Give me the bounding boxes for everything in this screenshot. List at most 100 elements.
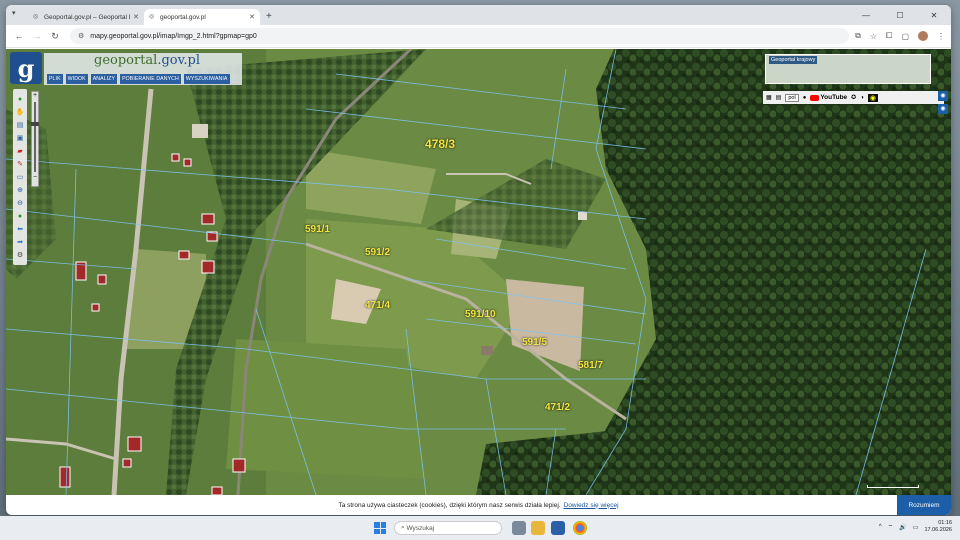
language-select[interactable]: pol bbox=[785, 93, 799, 102]
toolbar-icons: ⧉ ☆ ⧠ ▢ ⋮ bbox=[855, 31, 945, 41]
menu-wyszukiwania[interactable]: WYSZUKIWANIA bbox=[183, 74, 230, 84]
file-explorer-icon[interactable] bbox=[531, 521, 545, 535]
cookie-text: Ta strona używa ciasteczek (cookies), dz… bbox=[338, 501, 561, 509]
right-toolbar: ▦ ▤ pol ● YouTube ✪ ◑ ◉ bbox=[763, 91, 944, 104]
profile-avatar[interactable] bbox=[918, 31, 928, 41]
taskbar: ⌕ Wyszukaj ^ ⌔ 🔊 ▭ 01:16 17.06.2026 bbox=[0, 516, 960, 540]
marker-icon[interactable]: ▰ bbox=[15, 147, 25, 157]
parcel-label[interactable]: 471/2 bbox=[545, 402, 570, 413]
help-icon[interactable]: ● bbox=[803, 95, 807, 101]
menu-icon[interactable]: ⋮ bbox=[937, 32, 945, 41]
chrome-icon[interactable] bbox=[573, 521, 587, 535]
system-tray: ^ ⌔ 🔊 ▭ 01:16 17.06.2026 bbox=[879, 520, 952, 534]
cookie-more-link[interactable]: Dowiedz się więcej bbox=[564, 502, 619, 509]
zoom-minus-button[interactable]: − bbox=[32, 174, 38, 182]
parcel-label[interactable]: 591/2 bbox=[365, 247, 390, 258]
draw-icon[interactable]: ✎ bbox=[15, 160, 25, 170]
print-icon[interactable]: ▤ bbox=[776, 94, 782, 101]
arrow-right-icon[interactable]: ➡ bbox=[15, 238, 25, 248]
zoom-out-icon[interactable]: ⊖ bbox=[15, 199, 25, 209]
close-icon[interactable]: ✕ bbox=[249, 13, 255, 21]
tab-title: Geoportal.gov.pl – Geoportal Infr bbox=[44, 13, 131, 21]
clock[interactable]: 01:16 17.06.2026 bbox=[924, 520, 952, 534]
settings-icon[interactable]: ✪ bbox=[851, 94, 856, 101]
menu-widok[interactable]: WIDOK bbox=[65, 74, 88, 84]
minimize-button[interactable]: — bbox=[849, 5, 883, 25]
zoom-slider[interactable]: + − bbox=[31, 91, 39, 187]
parcel-label[interactable]: 591/5 bbox=[522, 337, 547, 348]
favicon-icon: ◎ bbox=[33, 13, 39, 20]
map-tool-strip: ● ✋ ▤ ▣ ▰ ✎ ▭ ⊕ ⊖ ● ⬅ ➡ ⚙ bbox=[13, 89, 27, 265]
bookmark-star-icon[interactable]: ☆ bbox=[870, 32, 877, 41]
url-text: mapy.geoportal.gov.pl/imap/Imgp_2.html?g… bbox=[90, 32, 257, 40]
info-icon[interactable]: ● bbox=[15, 95, 25, 105]
zoom-plus-button[interactable]: + bbox=[32, 92, 38, 100]
cookie-accept-button[interactable]: Rozumiem bbox=[897, 495, 951, 515]
zoom-track[interactable] bbox=[31, 102, 39, 172]
parcel-label[interactable]: 581/7 bbox=[578, 360, 603, 371]
taskbar-search[interactable]: ⌕ Wyszukaj bbox=[394, 521, 502, 535]
scale-bar bbox=[867, 485, 919, 488]
maximize-button[interactable]: ☐ bbox=[883, 5, 917, 25]
new-tab-button[interactable]: + bbox=[266, 11, 272, 22]
grid-icon[interactable]: ▦ bbox=[766, 94, 772, 101]
select-icon[interactable]: ▣ bbox=[15, 134, 25, 144]
globe-icon[interactable]: ● bbox=[15, 212, 25, 222]
youtube-label: YouTube bbox=[820, 94, 848, 101]
site-info-icon[interactable]: ⚙ bbox=[78, 32, 84, 40]
pan-hand-icon[interactable]: ✋ bbox=[15, 108, 25, 118]
store-icon[interactable] bbox=[551, 521, 565, 535]
menu-analizy[interactable]: ANALIZY bbox=[90, 74, 118, 84]
arrow-left-icon[interactable]: ⬅ bbox=[15, 225, 25, 235]
volume-icon[interactable]: 🔊 bbox=[899, 524, 906, 531]
install-icon[interactable]: ⧉ bbox=[855, 31, 861, 41]
brand-title: geoportal.gov.pl bbox=[44, 53, 242, 73]
address-bar[interactable]: ⚙ mapy.geoportal.gov.pl/imap/Imgp_2.html… bbox=[70, 28, 850, 44]
clock-time: 01:16 bbox=[938, 520, 952, 526]
network-icon[interactable]: ⌔ bbox=[888, 523, 894, 531]
extensions-icon[interactable]: ⧠ bbox=[886, 31, 892, 41]
close-window-button[interactable]: ✕ bbox=[917, 5, 951, 25]
youtube-icon bbox=[810, 94, 820, 101]
geoportal-logo[interactable]: g bbox=[10, 52, 42, 84]
tray-chevron-icon[interactable]: ^ bbox=[879, 524, 882, 530]
tab-geoportal-active[interactable]: ◎ geoportal.gov.pl ✕ bbox=[144, 9, 260, 25]
parcel-label[interactable]: 471/4 bbox=[365, 300, 390, 311]
tab-geoportal-infr[interactable]: ◎ Geoportal.gov.pl – Geoportal Infr ✕ bbox=[28, 9, 144, 25]
parcel-label[interactable]: 591/1 bbox=[305, 224, 330, 235]
sidebar-icon[interactable]: ▢ bbox=[901, 32, 909, 41]
layers-icon[interactable]: ▤ bbox=[15, 121, 25, 131]
zoom-in-icon[interactable]: ⊕ bbox=[15, 186, 25, 196]
brand-main: geoportal bbox=[94, 53, 158, 68]
zoom-knob[interactable] bbox=[31, 122, 39, 126]
menu-pobieranie[interactable]: POBIERANIE DANYCH bbox=[120, 74, 181, 84]
accessibility-eye-icon[interactable]: ◉ bbox=[867, 93, 878, 102]
overview-title: Geoportal krajowy bbox=[769, 56, 818, 64]
print-icon[interactable]: ⚙ bbox=[15, 251, 25, 261]
back-button[interactable]: ← bbox=[12, 31, 26, 41]
tab-search-icon[interactable]: ▾ bbox=[12, 9, 16, 17]
measure-icon[interactable]: ▭ bbox=[15, 173, 25, 183]
close-icon[interactable]: ✕ bbox=[133, 13, 139, 21]
reload-button[interactable]: ↻ bbox=[48, 31, 62, 42]
cookie-banner: Ta strona używa ciasteczek (cookies), dz… bbox=[6, 495, 951, 515]
clock-date: 17.06.2026 bbox=[924, 527, 952, 533]
eye-toggle-2-icon[interactable]: ◉ bbox=[938, 104, 948, 114]
eye-toggle-icon[interactable]: ◉ bbox=[938, 91, 948, 101]
overview-map[interactable]: Geoportal krajowy bbox=[765, 54, 931, 84]
task-view-icon[interactable] bbox=[512, 521, 526, 535]
parcel-label[interactable]: 591/10 bbox=[465, 309, 496, 320]
forward-button[interactable]: → bbox=[30, 31, 44, 41]
menu-plik[interactable]: PLIK bbox=[47, 74, 63, 84]
battery-icon[interactable]: ▭ bbox=[913, 524, 919, 531]
windows-start-icon[interactable] bbox=[374, 522, 386, 534]
search-placeholder: Wyszukaj bbox=[406, 524, 435, 532]
map-viewport[interactable]: g geoportal.gov.pl PLIK WIDOK ANALIZY PO… bbox=[6, 49, 951, 515]
contrast-icon[interactable]: ◑ bbox=[860, 95, 864, 101]
brand-suffix: .gov.pl bbox=[157, 53, 201, 68]
orthophoto-map[interactable] bbox=[6, 49, 951, 515]
address-toolbar: ← → ↻ ⚙ mapy.geoportal.gov.pl/imap/Imgp_… bbox=[6, 25, 951, 48]
youtube-link[interactable]: YouTube bbox=[810, 94, 847, 101]
window-controls: — ☐ ✕ bbox=[849, 5, 951, 25]
parcel-label[interactable]: 478/3 bbox=[425, 137, 455, 151]
